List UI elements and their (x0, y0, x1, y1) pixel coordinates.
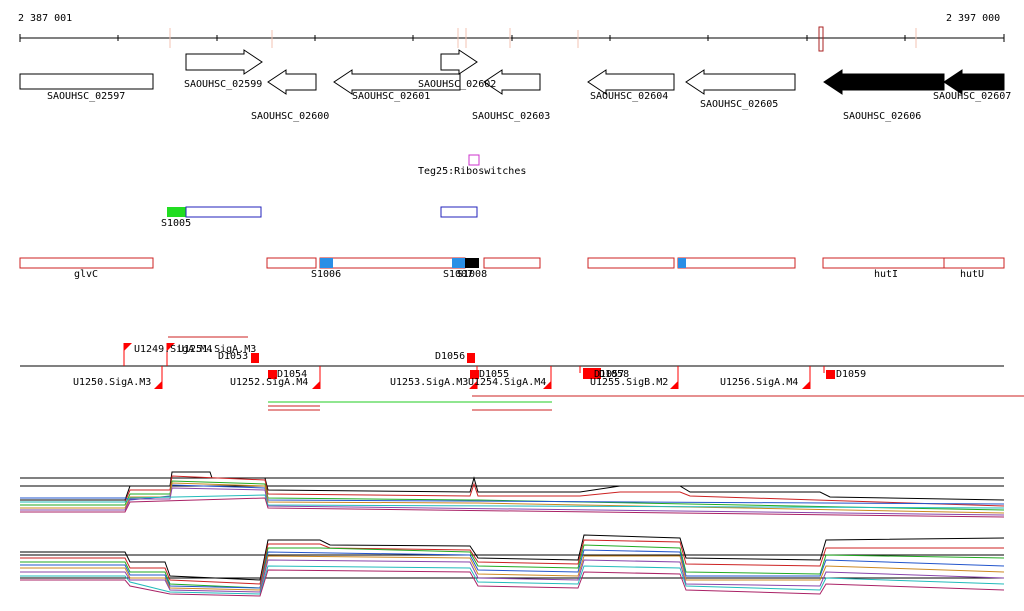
gene-label[interactable]: SAOUHSC_02606 (843, 111, 921, 123)
operon-feature[interactable] (19, 257, 154, 269)
gene-feature[interactable] (267, 69, 317, 95)
gene-track (19, 49, 1005, 95)
terminator-label[interactable]: D1056 (435, 351, 465, 363)
gene-label[interactable]: SAOUHSC_02603 (472, 111, 550, 123)
operon-track (19, 257, 1005, 269)
operon-label[interactable]: hutI (874, 269, 898, 281)
srna-label[interactable]: S1008 (457, 269, 487, 281)
expression-track-2 (20, 534, 1005, 597)
gene-feature[interactable] (440, 49, 478, 75)
promoter-label[interactable]: U1253.SigA.M3 (390, 377, 468, 389)
srna-feature[interactable] (167, 207, 186, 217)
gene-label[interactable]: SAOUHSC_02605 (700, 99, 778, 111)
operon-feature[interactable] (943, 257, 1005, 269)
gene-label[interactable]: SAOUHSC_02600 (251, 111, 329, 123)
expression-track-1 (20, 471, 1005, 518)
gene-feature[interactable] (685, 69, 796, 95)
genome-browser-view: 2 387 001 2 397 000 SAOUHSC_02597 SAOUHS… (0, 0, 1024, 611)
terminator-label[interactable]: D1058 (599, 369, 629, 381)
operon-feature[interactable] (266, 257, 317, 269)
gene-feature[interactable] (19, 73, 154, 90)
terminator-label[interactable]: D1053 (218, 351, 248, 363)
operon-label[interactable]: hutU (960, 269, 984, 281)
terminator-label[interactable]: D1055 (479, 369, 509, 381)
promoter-label[interactable]: U1250.SigA.M3 (73, 377, 151, 389)
operon-feature[interactable] (587, 257, 675, 269)
gene-label[interactable]: SAOUHSC_02607 (933, 91, 1011, 103)
srna-track (167, 206, 478, 218)
srna-feature[interactable] (185, 206, 262, 218)
gene-label[interactable]: SAOUHSC_02597 (47, 91, 125, 103)
operon-feature[interactable] (822, 257, 945, 269)
riboswitch-label[interactable]: Teg25:Riboswitches (418, 166, 526, 178)
operon-feature[interactable] (483, 257, 541, 269)
promoter-label[interactable]: U1256.SigA.M4 (720, 377, 798, 389)
gene-label[interactable]: SAOUHSC_02601 (352, 91, 430, 103)
gene-feature[interactable] (823, 69, 945, 95)
operon-feature[interactable] (677, 257, 796, 269)
coordinate-ruler (19, 26, 1005, 52)
operon-label[interactable]: glvC (74, 269, 98, 281)
riboswitch-feature[interactable] (468, 154, 480, 166)
gene-label[interactable]: SAOUHSC_02602 (418, 79, 496, 91)
terminator-label[interactable]: D1059 (836, 369, 866, 381)
gene-label[interactable]: SAOUHSC_02604 (590, 91, 668, 103)
gene-feature[interactable] (185, 49, 263, 75)
operon-feature[interactable] (319, 257, 466, 269)
srna-label[interactable]: S1005 (161, 218, 191, 230)
srna-label[interactable]: S1006 (311, 269, 341, 281)
track-graphics (19, 26, 1024, 597)
terminator-label[interactable]: D1054 (277, 369, 307, 381)
gene-label[interactable]: SAOUHSC_02599 (184, 79, 262, 91)
srna-feature[interactable] (440, 206, 478, 218)
